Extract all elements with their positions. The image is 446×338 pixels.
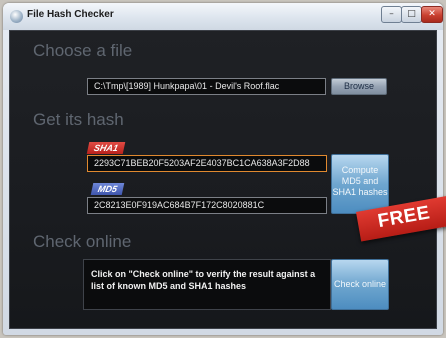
free-badge-text: FREE xyxy=(376,202,432,233)
compute-hashes-button[interactable]: Compute MD5 and SHA1 hashes xyxy=(331,154,389,214)
section-title-check-online: Check online xyxy=(33,232,132,251)
compute-label-line-1: Compute xyxy=(341,165,379,175)
file-path-input[interactable]: C:\Tmp\[1989] Hunkpapa\01 - Devil's Roof… xyxy=(87,78,326,95)
window-title: File Hash Checker xyxy=(27,9,114,20)
minimize-button[interactable]: – xyxy=(381,6,402,23)
section-title-get-hash: Get its hash xyxy=(33,110,124,129)
section-title-choose-file: Choose a file xyxy=(33,41,133,60)
md5-tag: MD5 xyxy=(90,183,125,195)
app-window: File Hash Checker – □ ✕ Choose a file C:… xyxy=(3,3,443,335)
md5-output[interactable]: 2C8213E0F919AC684B7F172C8020881C xyxy=(87,197,327,214)
title-bar[interactable]: File Hash Checker – □ ✕ xyxy=(3,3,443,30)
main-panel: Choose a file C:\Tmp\[1989] Hunkpapa\01 … xyxy=(9,30,437,329)
check-online-button[interactable]: Check online xyxy=(331,259,389,310)
app-icon xyxy=(10,10,23,23)
sha1-tag: SHA1 xyxy=(86,142,126,154)
close-button[interactable]: ✕ xyxy=(421,6,443,23)
check-online-info: Click on "Check online" to verify the re… xyxy=(83,259,331,310)
compute-label-line-3: SHA1 hashes xyxy=(332,187,388,197)
browse-button[interactable]: Browse xyxy=(331,78,387,95)
maximize-button[interactable]: □ xyxy=(401,6,422,23)
compute-label-line-2: MD5 and xyxy=(341,176,379,186)
sha1-output[interactable]: 2293C71BEB20F5203AF2E4037BC1CA638A3F2D88 xyxy=(87,155,327,172)
